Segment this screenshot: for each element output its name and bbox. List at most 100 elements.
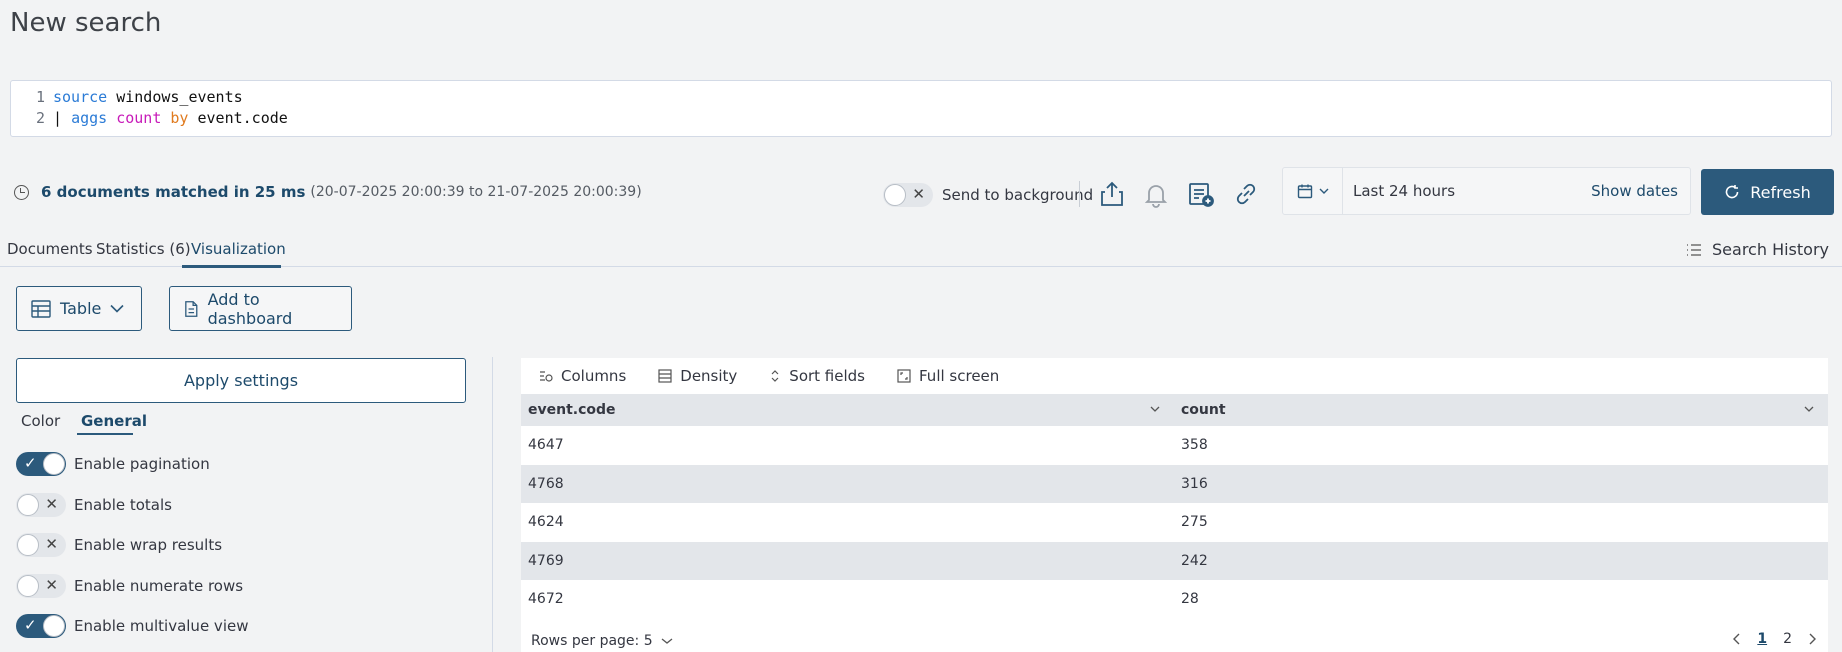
- apply-settings-button[interactable]: Apply settings: [16, 358, 466, 403]
- columns-icon: [540, 371, 553, 382]
- full-screen-label: Full screen: [919, 367, 1000, 385]
- upload-icon: [1101, 181, 1123, 206]
- search-history-button[interactable]: Search History: [1686, 240, 1829, 259]
- refresh-button[interactable]: Refresh: [1701, 169, 1834, 215]
- table-row: 4769 242: [521, 541, 1828, 580]
- toggle-switch[interactable]: ✕: [16, 574, 66, 598]
- toggle-switch[interactable]: ✕: [16, 493, 66, 517]
- visualization-type-select[interactable]: Table: [16, 286, 142, 331]
- keyword-count: count: [116, 109, 162, 127]
- table-cell: 242: [1181, 552, 1208, 569]
- add-to-dashboard-button[interactable]: Add to dashboard: [169, 286, 352, 331]
- column-header-count[interactable]: count: [1174, 394, 1828, 426]
- code-line: 2 | aggs count by event.code: [11, 108, 1831, 129]
- tab-documents[interactable]: Documents: [7, 240, 93, 258]
- line-number: 1: [35, 88, 45, 106]
- report-add-icon: [1189, 183, 1214, 207]
- toggle-switch[interactable]: ✓: [16, 452, 66, 476]
- table-row: 4624 275: [521, 503, 1828, 542]
- table-cell: 4624: [528, 514, 564, 531]
- table-cell: 4769: [528, 552, 564, 569]
- share-link-button[interactable]: [1230, 178, 1262, 210]
- toggle-knob: [43, 615, 65, 637]
- chevron-down-icon[interactable]: [1802, 402, 1816, 416]
- code-text: windows_events: [107, 88, 243, 106]
- toggle-knob: [17, 534, 39, 556]
- option-enable-wrap-results[interactable]: ✕ Enable wrap results: [16, 533, 222, 557]
- search-stats: 6 documents matched in 25 ms (20-07-2025…: [14, 183, 642, 201]
- refresh-label: Refresh: [1750, 182, 1811, 202]
- sort-icon: [771, 370, 779, 382]
- option-label: Enable pagination: [74, 455, 210, 473]
- add-to-dashboard-label: Add to dashboard: [207, 289, 293, 328]
- close-icon: ✕: [912, 185, 925, 203]
- page-1-link[interactable]: 1: [1757, 631, 1767, 647]
- show-dates-link[interactable]: Show dates: [1591, 182, 1678, 200]
- tab-visualization[interactable]: Visualization: [191, 240, 286, 258]
- alert-button[interactable]: [1140, 178, 1172, 210]
- option-enable-pagination[interactable]: ✓ Enable pagination: [16, 452, 210, 476]
- table-row: 4672 28: [521, 580, 1828, 619]
- close-icon: ✕: [45, 495, 58, 513]
- table-row: 4647 358: [521, 426, 1828, 465]
- columns-button[interactable]: Columns: [539, 367, 626, 385]
- option-enable-numerate-rows[interactable]: ✕ Enable numerate rows: [16, 574, 243, 598]
- page-2-link[interactable]: 2: [1783, 631, 1792, 647]
- density-button[interactable]: Density: [658, 367, 737, 385]
- send-to-background-toggle[interactable]: ✕: [883, 183, 933, 207]
- pipe-operator: |: [53, 109, 72, 127]
- chevron-down-icon: [661, 637, 673, 644]
- panel-divider: [492, 357, 493, 652]
- export-button[interactable]: [1096, 178, 1128, 210]
- sort-fields-button[interactable]: Sort fields: [769, 367, 865, 385]
- column-header-label: event.code: [528, 402, 616, 418]
- close-icon: ✕: [45, 535, 58, 553]
- option-enable-totals[interactable]: ✕ Enable totals: [16, 493, 172, 517]
- keyword-source: source: [53, 88, 108, 106]
- rows-per-page-label: Rows per page: 5: [531, 632, 653, 649]
- save-report-button[interactable]: [1185, 178, 1217, 210]
- keyword-by: by: [170, 109, 189, 127]
- option-label: Enable wrap results: [74, 536, 223, 554]
- fullscreen-icon: [897, 369, 911, 383]
- subtab-color[interactable]: Color: [21, 412, 60, 430]
- table-row: 4768 316: [521, 464, 1828, 503]
- table-cell: 358: [1181, 437, 1208, 454]
- rows-per-page-select[interactable]: Rows per page: 5: [531, 633, 673, 649]
- tab-statistics[interactable]: Statistics (6): [96, 240, 191, 258]
- bell-icon: [1144, 185, 1168, 208]
- option-enable-multivalue-view[interactable]: ✓ Enable multivalue view: [16, 614, 248, 638]
- refresh-icon: [1725, 185, 1739, 199]
- table-footer: Rows per page: 5 1 2: [521, 629, 1828, 652]
- results-table: Columns Density Sort fields Full screen …: [521, 358, 1828, 652]
- toggle-knob: [43, 453, 65, 475]
- check-icon: ✓: [24, 454, 37, 472]
- chevron-down-icon[interactable]: [1148, 402, 1162, 416]
- table-cell: 4672: [528, 591, 564, 608]
- toggle-switch[interactable]: ✕: [16, 533, 66, 557]
- subtab-general[interactable]: General: [81, 412, 147, 430]
- query-editor[interactable]: 1 source windows_events 2 | aggs count b…: [10, 80, 1832, 137]
- clock-icon: [14, 184, 29, 200]
- option-label: Enable multivalue view: [74, 617, 249, 635]
- document-icon: [185, 300, 198, 317]
- send-to-background-label: Send to background: [942, 186, 1094, 204]
- table-toolbar: Columns Density Sort fields Full screen: [521, 358, 1828, 394]
- option-label: Enable totals: [74, 496, 172, 514]
- column-header-event-code[interactable]: event.code: [521, 394, 1174, 426]
- page-title: New search: [10, 8, 162, 38]
- code-line: 1 source windows_events: [11, 87, 1831, 108]
- sort-fields-label: Sort fields: [789, 367, 865, 385]
- code-text: event.code: [188, 109, 288, 127]
- toggle-knob: [884, 184, 906, 206]
- date-quick-select[interactable]: [1283, 168, 1343, 214]
- toggle-switch[interactable]: ✓: [16, 614, 66, 638]
- date-range-picker[interactable]: Last 24 hours Show dates: [1282, 167, 1691, 215]
- full-screen-button[interactable]: Full screen: [897, 367, 999, 385]
- date-range-value: Last 24 hours: [1353, 182, 1456, 200]
- chevron-left-icon[interactable]: [1733, 633, 1741, 645]
- table-cell: 275: [1181, 514, 1208, 531]
- active-subtab-indicator: [77, 433, 133, 435]
- chevron-right-icon[interactable]: [1808, 633, 1816, 645]
